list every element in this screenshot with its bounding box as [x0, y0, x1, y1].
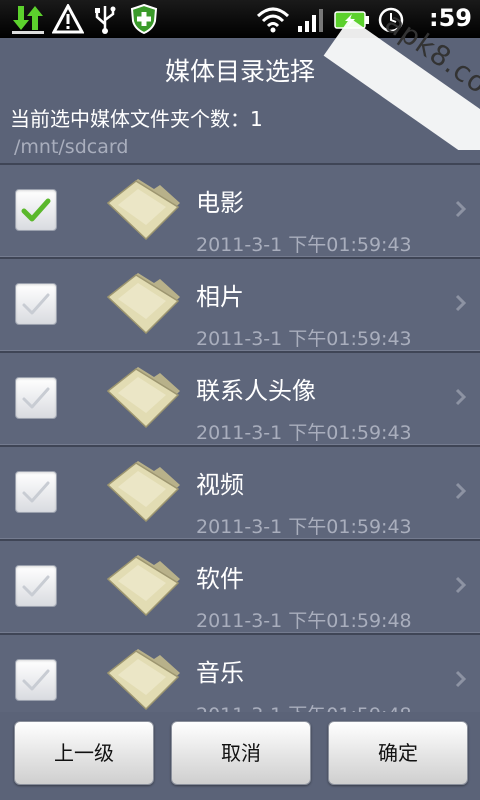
status-time: :59 [429, 4, 472, 32]
signal-icon [298, 9, 323, 32]
checkmark-icon [22, 387, 50, 409]
alarm-icon [378, 7, 404, 33]
selected-count-label: 当前选中媒体文件夹个数：1 [10, 107, 263, 131]
checkmark-icon [21, 198, 51, 222]
cancel-button[interactable]: 取消 [171, 721, 311, 785]
folder-name: 电影 [196, 189, 244, 217]
folder-icon [106, 649, 180, 711]
folder-checkbox[interactable] [15, 283, 57, 325]
page-title: 媒体目录选择 [164, 57, 315, 86]
chevron-right-icon [455, 576, 467, 594]
chevron-right-icon [455, 388, 467, 406]
security-shield-icon [130, 4, 158, 34]
up-level-button[interactable]: 上一级 [14, 721, 154, 785]
chevron-right-icon [455, 200, 467, 218]
battery-charging-icon [334, 11, 369, 29]
folder-name: 软件 [196, 565, 244, 593]
folder-row[interactable]: 视频 2011-3-1 下午01:59:43 [0, 445, 480, 539]
usb-icon [95, 6, 116, 34]
folder-icon [106, 461, 180, 523]
chevron-right-icon [455, 294, 467, 312]
folder-checkbox[interactable] [15, 377, 57, 419]
folder-name: 视频 [196, 471, 244, 499]
folder-icon [106, 555, 180, 617]
folder-icon [106, 367, 180, 429]
folder-row[interactable]: 联系人头像 2011-3-1 下午01:59:43 [0, 351, 480, 445]
checkmark-icon [22, 293, 50, 315]
folder-name: 相片 [196, 283, 244, 311]
folder-date: 2011-3-1 下午01:59:43 [196, 422, 412, 444]
wifi-icon [256, 7, 290, 33]
folder-name: 联系人头像 [196, 377, 316, 405]
folder-icon [106, 179, 180, 241]
bottom-button-bar: 上一级 取消 确定 [0, 712, 480, 800]
checkmark-icon [22, 575, 50, 597]
folder-date: 2011-3-1 下午01:59:43 [196, 234, 412, 256]
folder-row[interactable]: 电影 2011-3-1 下午01:59:43 [0, 163, 480, 257]
folder-list: 电影 2011-3-1 下午01:59:43 相片 2011-3-1 下午01:… [0, 163, 480, 727]
current-path: /mnt/sdcard [14, 136, 129, 158]
chevron-right-icon [455, 670, 467, 688]
chevron-right-icon [455, 482, 467, 500]
folder-row[interactable]: 相片 2011-3-1 下午01:59:43 [0, 257, 480, 351]
folder-icon [106, 273, 180, 335]
folder-row[interactable]: 软件 2011-3-1 下午01:59:48 [0, 539, 480, 633]
status-bar: :59 [0, 0, 480, 38]
folder-checkbox[interactable] [15, 659, 57, 701]
folder-date: 2011-3-1 下午01:59:48 [196, 610, 412, 632]
download-upload-icon [12, 6, 44, 34]
folder-name: 音乐 [196, 659, 244, 687]
folder-checkbox[interactable] [15, 471, 57, 513]
folder-checkbox[interactable] [15, 565, 57, 607]
folder-checkbox[interactable] [15, 189, 57, 231]
folder-date: 2011-3-1 下午01:59:43 [196, 516, 412, 538]
warning-icon [52, 4, 84, 34]
confirm-button[interactable]: 确定 [328, 721, 468, 785]
checkmark-icon [22, 481, 50, 503]
checkmark-icon [22, 669, 50, 691]
folder-date: 2011-3-1 下午01:59:43 [196, 328, 412, 350]
